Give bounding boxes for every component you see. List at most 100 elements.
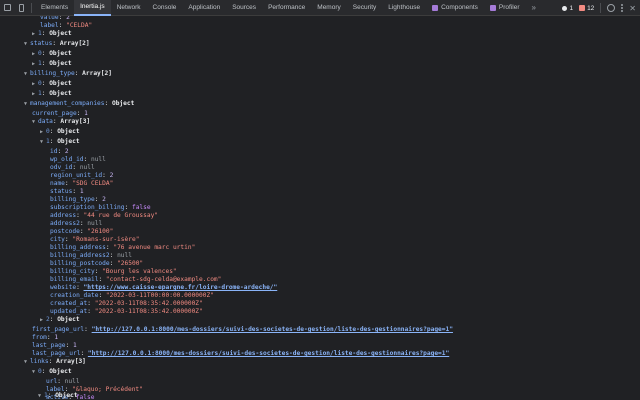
- tree-row: region_unit_id: 2: [50, 172, 114, 179]
- prop-value: null: [117, 252, 132, 259]
- tab-console[interactable]: Console: [147, 0, 183, 16]
- react-extension-icon: [489, 4, 496, 11]
- prop-key: billing_type: [50, 196, 95, 203]
- tree-row[interactable]: ▼ links: Array[3]: [24, 358, 86, 366]
- prop-key: billing_address2: [50, 252, 110, 259]
- prop-key: 1: [38, 30, 42, 37]
- tree-row: wp_old_id: null: [50, 156, 106, 163]
- prop-key: 1: [46, 138, 50, 145]
- tab-network[interactable]: Network: [111, 0, 147, 16]
- tree-row: last_page_url: "http://127.0.0.1:8000/me…: [32, 350, 450, 357]
- website-link[interactable]: "https://www.caisse-epargne.fr/loire-dro…: [84, 284, 278, 291]
- tree-row[interactable]: ▶ 1: Object: [32, 90, 72, 98]
- device-toolbar-icon[interactable]: [14, 0, 28, 16]
- tree-row[interactable]: ▼ management_companies: Object: [24, 100, 134, 108]
- prop-value: Object: [57, 128, 80, 135]
- prop-key: current_page: [32, 110, 77, 117]
- tab-profiler[interactable]: Profiler: [484, 0, 526, 16]
- tree-row: website: "https://www.caisse-epargne.fr/…: [50, 284, 278, 291]
- error-flag-icon: [579, 5, 586, 11]
- tab-elements[interactable]: Elements: [35, 0, 74, 16]
- tree-row: postcode: "26100": [50, 228, 114, 235]
- tree-row[interactable]: ▶ 1: Object: [32, 30, 72, 38]
- prop-value: false: [75, 394, 95, 400]
- issues-badge[interactable]: 1: [562, 5, 573, 12]
- prop-value: "contact-sdg-celda@example.com": [105, 276, 222, 283]
- tree-row: billing_postcode: "26500": [50, 260, 144, 267]
- tab-performance[interactable]: Performance: [262, 0, 311, 16]
- tree-row: billing_city: "Bourg les valences": [50, 268, 177, 275]
- issue-dot-icon: [562, 5, 568, 11]
- tree-row[interactable]: ▼ 1: Object: [40, 138, 80, 146]
- tree-row: billing_type: 2: [50, 196, 106, 203]
- tree-row[interactable]: ▼ data: Array[3]: [32, 118, 90, 126]
- tree-row: odv_id: null: [50, 164, 95, 171]
- prop-key: name: [50, 180, 65, 187]
- prop-value: Object: [49, 368, 72, 375]
- prop-key: value: [40, 16, 59, 21]
- tree-row: from: 1: [32, 334, 59, 341]
- prop-key: 0: [38, 80, 42, 87]
- errors-count: 12: [587, 4, 595, 12]
- prop-key: status: [50, 188, 73, 195]
- prop-key: odv_id: [50, 164, 73, 171]
- prop-key: last_page_url: [32, 350, 81, 357]
- tree-row: status: 1: [50, 188, 84, 195]
- more-tabs-button[interactable]: »: [526, 3, 542, 12]
- prop-value: "2022-03-11T00:00:00.000000Z": [105, 292, 214, 299]
- tab-memory[interactable]: Memory: [311, 0, 346, 16]
- prop-value: Object: [49, 80, 72, 87]
- tree-row[interactable]: ▼ status: Array[2]: [24, 40, 90, 48]
- prop-key: 0: [38, 368, 42, 375]
- prop-key: website: [50, 284, 77, 291]
- prop-key: 1: [38, 60, 42, 67]
- prop-key: data: [38, 118, 53, 125]
- prop-key: 0: [38, 50, 42, 57]
- errors-badge[interactable]: 12: [579, 5, 594, 12]
- prop-value: Array[3]: [56, 358, 86, 365]
- prop-key: city: [50, 236, 65, 243]
- prop-value: null: [64, 378, 80, 385]
- inertia-props-tree: value: 2 label: "CELDA" ▶ 1: Object ▼ stat…: [0, 16, 640, 400]
- inspect-element-icon[interactable]: [0, 0, 14, 16]
- prop-key: 0: [46, 128, 50, 135]
- first-page-url-link[interactable]: "http://127.0.0.1:8000/mes-dossiers/suiv…: [92, 326, 453, 333]
- kebab-menu-icon[interactable]: [621, 4, 624, 12]
- tree-row[interactable]: ▶ 0: Object: [32, 50, 72, 58]
- prop-key: subscription_billing: [50, 204, 125, 211]
- tree-row[interactable]: ▼ 0: Object: [32, 368, 72, 376]
- tree-row[interactable]: ▶ 0: Object: [32, 80, 72, 88]
- tab-application[interactable]: Application: [182, 0, 226, 16]
- tab-lighthouse[interactable]: Lighthouse: [382, 0, 426, 16]
- tree-row[interactable]: ▶ 2: Object: [40, 316, 80, 324]
- tree-row: updated_at: "2022-03-11T08:35:42.000000Z…: [50, 308, 203, 315]
- prop-value: null: [79, 164, 95, 171]
- prop-key: postcode: [50, 228, 80, 235]
- tree-row[interactable]: ▶ 1: Object: [32, 60, 72, 68]
- tab-inertia[interactable]: Inertia.js: [74, 0, 111, 16]
- tree-row[interactable]: ▼ billing_type: Array[2]: [24, 70, 112, 78]
- prop-key: address2: [50, 220, 80, 227]
- tree-row[interactable]: ▼ 1: Object: [38, 392, 78, 400]
- toolbar-divider: [31, 2, 32, 13]
- close-icon[interactable]: ✕: [629, 4, 636, 13]
- gear-icon[interactable]: [607, 4, 616, 12]
- devtools-toolbar: Elements Inertia.js Network Console Appl…: [0, 0, 640, 16]
- prop-value: "2022-03-11T08:35:42.000000Z": [94, 300, 203, 307]
- last-page-url-link[interactable]: "http://127.0.0.1:8000/mes-dossiers/suiv…: [88, 350, 449, 357]
- prop-value: Object: [57, 138, 80, 145]
- tree-row[interactable]: ▶ 0: Object: [40, 128, 80, 136]
- tab-components[interactable]: Components: [426, 0, 484, 16]
- prop-key: 1: [38, 90, 42, 97]
- prop-value: "Romans-sur-isère": [72, 236, 140, 243]
- prop-value: 2: [109, 172, 114, 179]
- prop-key: 2: [46, 316, 50, 323]
- tree-row: url: null: [46, 378, 80, 385]
- prop-key: address: [50, 212, 77, 219]
- tree-row: first_page_url: "http://127.0.0.1:8000/m…: [32, 326, 453, 333]
- prop-value: "2022-03-11T08:35:42.000000Z": [94, 308, 203, 315]
- prop-key: updated_at: [50, 308, 88, 315]
- tab-security[interactable]: Security: [347, 0, 382, 16]
- tab-sources[interactable]: Sources: [226, 0, 262, 16]
- tree-row: address2: null: [50, 220, 103, 227]
